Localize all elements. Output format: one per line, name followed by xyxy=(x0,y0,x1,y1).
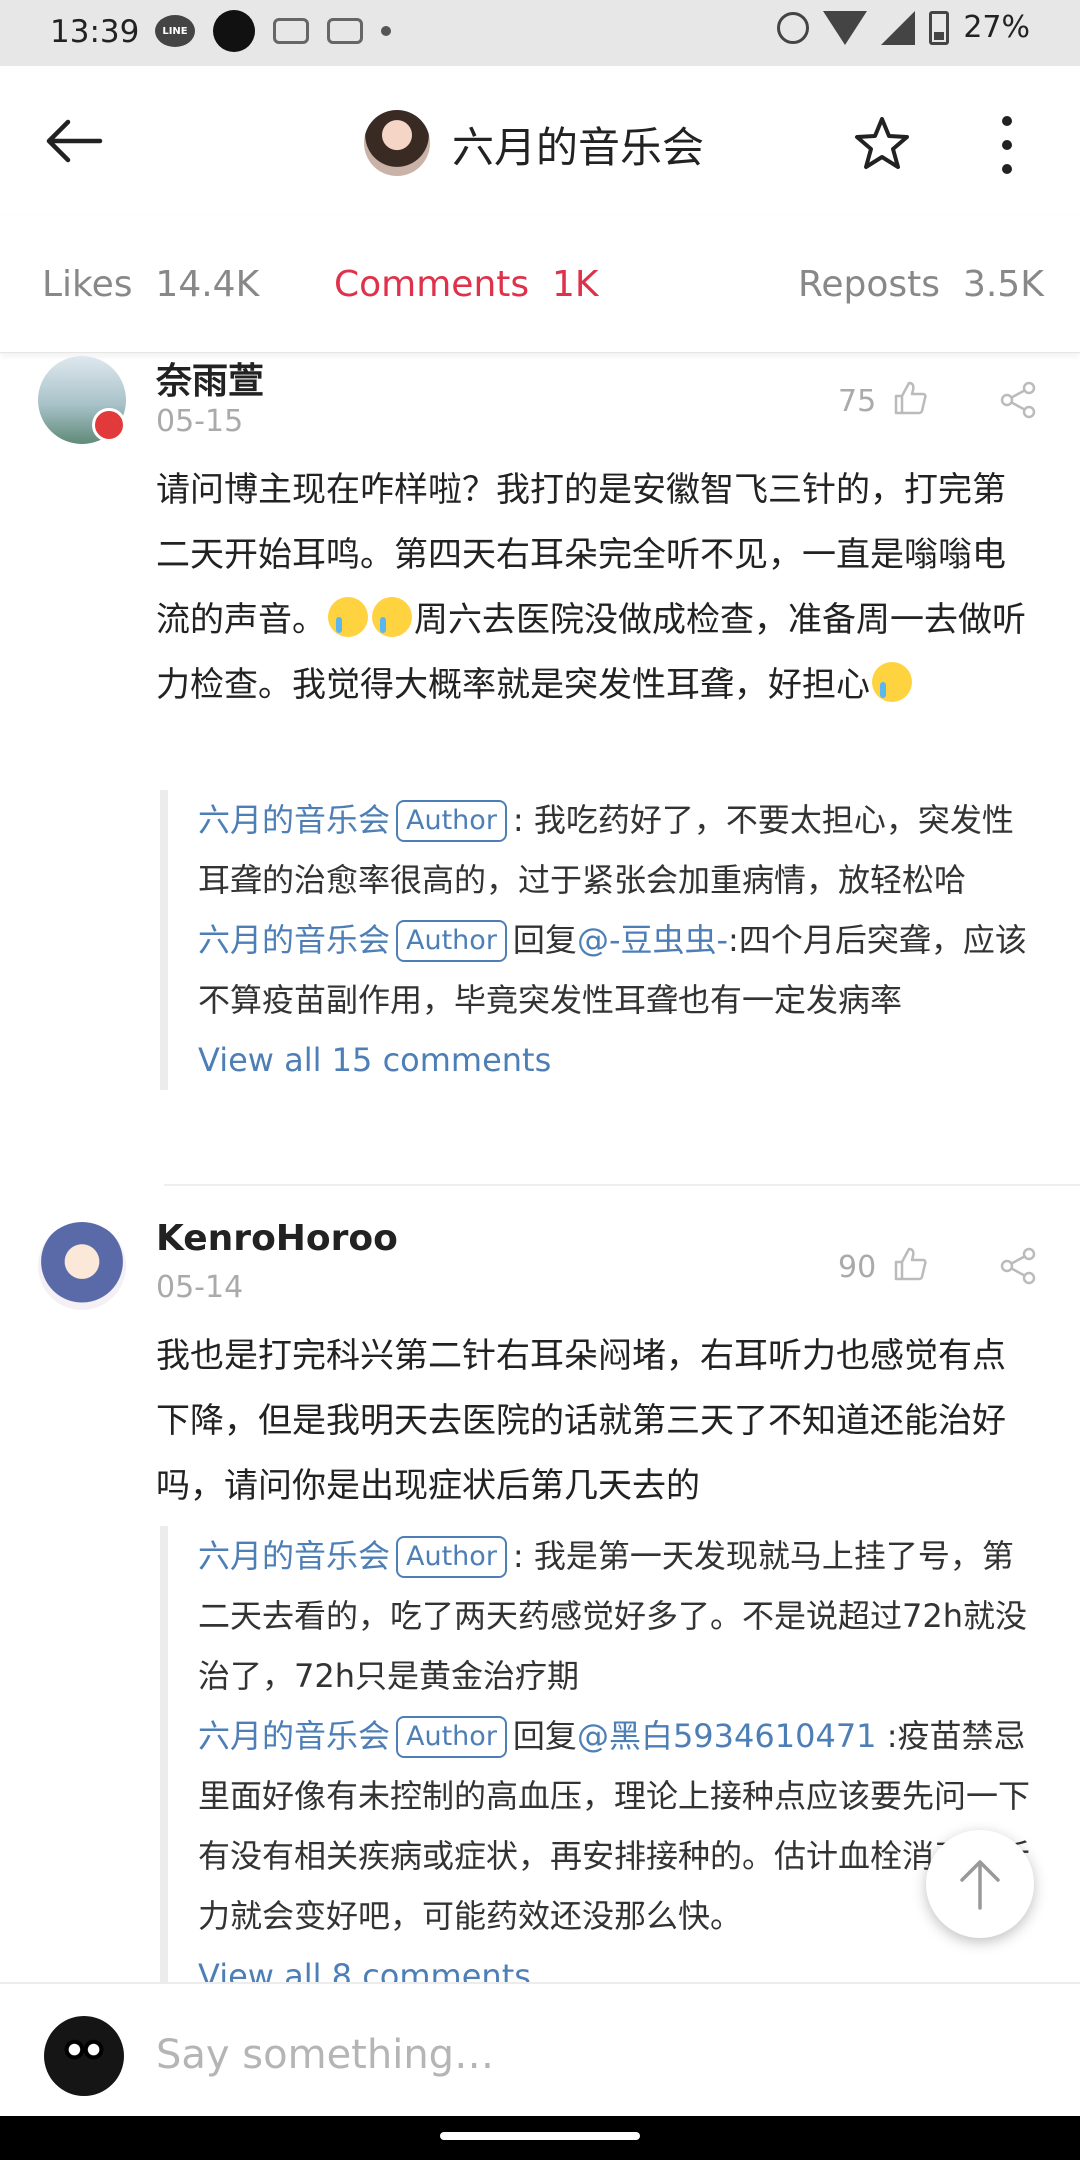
top-bar: 六月的音乐会 xyxy=(0,66,1080,216)
verified-badge-icon xyxy=(92,408,126,442)
comment-input-bar: Say something… xyxy=(0,1982,1080,2118)
thumbs-up-icon[interactable] xyxy=(892,380,928,416)
tab-likes-label: Likes xyxy=(42,264,133,305)
status-time: 13:39 xyxy=(50,14,140,50)
comment-divider xyxy=(164,1184,1080,1186)
more-notifications-dot-icon xyxy=(381,26,391,36)
reply-mention[interactable]: @黑白5934610471 xyxy=(577,1717,877,1755)
comment-username[interactable]: KenroHoroo xyxy=(156,1218,398,1259)
tab-reposts-count: 3.5K xyxy=(962,264,1044,305)
tab-likes[interactable]: Likes 14.4K xyxy=(42,264,259,305)
back-arrow-icon[interactable] xyxy=(44,118,104,164)
view-all-comments-link[interactable]: View all 15 comments xyxy=(198,1030,1040,1090)
comment-date: 05-15 xyxy=(156,404,244,439)
system-nav-bar xyxy=(0,2116,1080,2160)
view-all-comments-link[interactable]: View all 8 comments xyxy=(198,1946,1040,1982)
reply-item[interactable]: 六月的音乐会 Author: 我是第一天发现就马上挂了号，第二天去看的，吃了两天药… xyxy=(198,1526,1040,1706)
tab-comments-label: Comments xyxy=(334,264,530,305)
author-badge: Author xyxy=(396,800,507,842)
reply-prefix: 回复 xyxy=(512,921,577,959)
arrow-up-icon xyxy=(960,1860,1000,1910)
tab-reposts[interactable]: Reposts 3.5K xyxy=(798,264,1044,305)
megaphone-icon-2 xyxy=(327,18,363,44)
reply-author-name[interactable]: 六月的音乐会 xyxy=(198,1537,390,1575)
reply-author-name[interactable]: 六月的音乐会 xyxy=(198,1717,390,1755)
tab-bar: Likes 14.4K Comments 1K Reposts 3.5K xyxy=(0,216,1080,353)
crying-emoji-icon xyxy=(872,662,912,702)
comment-text: 我也是打完科兴第二针右耳朵闷堵，右耳听力也感觉有点下降，但是我明天去医院的话就第… xyxy=(156,1336,1006,1506)
app-notification-icon xyxy=(213,10,255,52)
comment-input[interactable]: Say something… xyxy=(156,2032,494,2078)
crying-emoji-icon xyxy=(372,597,412,637)
comment-date: 05-14 xyxy=(156,1270,244,1305)
alarm-icon xyxy=(777,11,810,44)
author-badge: Author xyxy=(396,1716,507,1758)
reply-author-name[interactable]: 六月的音乐会 xyxy=(198,801,390,839)
my-avatar xyxy=(44,2016,124,2096)
tab-likes-count: 14.4K xyxy=(155,264,260,305)
reply-thread: 六月的音乐会 Author: 我吃药好了，不要太担心，突发性耳聋的治愈率很高的，过… xyxy=(160,790,1040,1090)
line-app-icon: LINE xyxy=(155,15,195,47)
author-badge: Author xyxy=(396,920,507,962)
notification-icons: LINE xyxy=(155,10,391,52)
battery-icon xyxy=(929,10,950,45)
comment-username[interactable]: 奈雨萱 xyxy=(156,352,264,404)
page-title[interactable]: 六月的音乐会 xyxy=(452,114,704,175)
thumbs-up-icon[interactable] xyxy=(892,1246,928,1282)
comment-text: 请问博主现在咋样啦？我打的是安徽智飞三针的，打完第二天开始耳鸣。第四天右耳朵完全… xyxy=(156,458,1036,718)
crying-emoji-icon xyxy=(328,597,368,637)
wifi-icon xyxy=(823,10,868,45)
reply-mention[interactable]: @-豆虫虫- xyxy=(577,921,728,959)
battery-percent: 27% xyxy=(963,10,1030,45)
header-avatar[interactable] xyxy=(364,110,430,176)
share-icon[interactable] xyxy=(998,1246,1038,1286)
more-menu-icon[interactable] xyxy=(1000,116,1014,176)
author-badge: Author xyxy=(396,1536,507,1578)
reply-author-name[interactable]: 六月的音乐会 xyxy=(198,921,390,959)
avatar[interactable] xyxy=(38,1222,126,1310)
star-icon[interactable] xyxy=(852,114,912,174)
reply-item[interactable]: 六月的音乐会 Author 回复@-豆虫虫-:四个月后突聋，应该不算疫苗副作用，毕竟… xyxy=(198,910,1040,1030)
share-icon[interactable] xyxy=(998,380,1038,420)
reply-item[interactable]: 六月的音乐会 Author: 我吃药好了，不要太担心，突发性耳聋的治愈率很高的，过… xyxy=(198,790,1040,910)
reply-prefix: 回复 xyxy=(512,1717,577,1755)
reply-thread: 六月的音乐会 Author: 我是第一天发现就马上挂了号，第二天去看的，吃了两天药… xyxy=(160,1526,1040,1982)
cell-signal-icon xyxy=(881,10,916,45)
home-gesture-pill[interactable] xyxy=(440,2132,640,2140)
status-bar: 13:39 LINE 27% xyxy=(0,0,1080,66)
system-icons: 27% xyxy=(777,10,1030,45)
megaphone-icon xyxy=(273,18,309,44)
reply-item[interactable]: 六月的音乐会 Author 回复@黑白5934610471 :疫苗禁忌里面好像有未控… xyxy=(198,1706,1040,1946)
tab-reposts-label: Reposts xyxy=(798,264,941,305)
tab-comments-count: 1K xyxy=(552,264,599,305)
scroll-to-top-button[interactable] xyxy=(926,1830,1034,1938)
comments-list[interactable]: 奈雨萱 05-15 75 请问博主现在咋样啦？我打的是安徽智飞三针的，打完第二天… xyxy=(0,352,1080,1982)
tab-comments[interactable]: Comments 1K xyxy=(334,264,599,305)
comment-like-count: 90 xyxy=(838,1250,877,1285)
comment-like-count: 75 xyxy=(838,384,877,419)
